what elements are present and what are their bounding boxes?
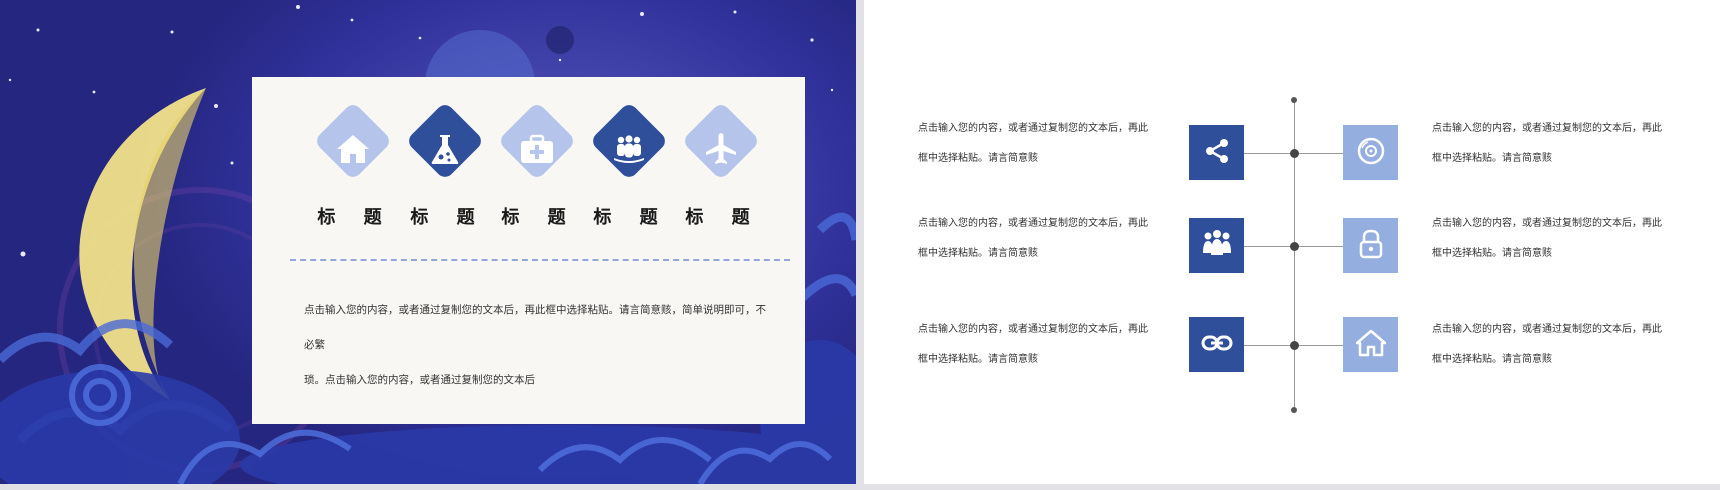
row-1-left-text-line-2: 框中选择粘贴。请言简意赅 — [918, 153, 1038, 164]
share-icon — [1203, 137, 1231, 169]
row-2-right-square — [1343, 218, 1398, 273]
link-icon — [1201, 333, 1233, 357]
card-body-line-2: 琐。点击输入您的内容，或者通过复制您的文本后 — [304, 374, 535, 386]
right-slide: 点击输入您的内容，或者通过复制您的文本后，再此 框中选择粘贴。请言简意赅 点击输… — [864, 0, 1720, 484]
badge-title-3: 标 题 — [501, 207, 577, 228]
row-2-left-text-line-1: 点击输入您的内容，或者通过复制您的文本后，再此 — [918, 218, 1148, 229]
badge-title-5: 标 题 — [685, 207, 761, 228]
medical-kit-icon — [497, 109, 577, 189]
row-1-right-text: 点击输入您的内容，或者通过复制您的文本后，再此 框中选择粘贴。请言简意赅 — [1432, 114, 1672, 174]
card-body-text: 点击输入您的内容，或者通过复制您的文本后，再此框中选择粘贴。请言简意赅，简单说明… — [304, 293, 774, 398]
row-3-junction-dot — [1290, 341, 1299, 350]
row-3-left-text-line-2: 框中选择粘贴。请言简意赅 — [918, 354, 1038, 365]
timeline-vertical-line — [1294, 100, 1295, 410]
team-icon — [1200, 229, 1234, 263]
row-1-left-square — [1189, 125, 1244, 180]
dashed-divider — [290, 259, 790, 261]
row-1-right-text-line-1: 点击输入您的内容，或者通过复制您的文本后，再此 — [1432, 123, 1662, 134]
row-1-left-text: 点击输入您的内容，或者通过复制您的文本后，再此 框中选择粘贴。请言简意赅 — [918, 114, 1158, 174]
row-2-junction-dot — [1290, 242, 1299, 251]
row-3-left-text-line-1: 点击输入您的内容，或者通过复制您的文本后，再此 — [918, 324, 1148, 335]
disc-icon — [1356, 136, 1386, 170]
badge-title-1: 标 题 — [317, 207, 393, 228]
title-row: 标 题 标 题 标 题 标 题 标 题 — [252, 203, 805, 229]
badge-title-2: 标 题 — [410, 207, 486, 228]
timeline-top-dot — [1291, 97, 1297, 103]
icon-row — [252, 101, 805, 193]
row-2-left-square — [1189, 218, 1244, 273]
badge-title-4: 标 题 — [593, 207, 669, 228]
team-icon — [589, 109, 669, 189]
row-1-junction-dot — [1290, 149, 1299, 158]
row-2-left-text: 点击输入您的内容，或者通过复制您的文本后，再此 框中选择粘贴。请言简意赅 — [918, 209, 1158, 269]
row-1-right-text-line-2: 框中选择粘贴。请言简意赅 — [1432, 153, 1552, 164]
home-icon — [1355, 328, 1387, 362]
airplane-icon — [681, 109, 761, 189]
row-3-right-text-line-2: 框中选择粘贴。请言简意赅 — [1432, 354, 1552, 365]
card-body-line-1: 点击输入您的内容，或者通过复制您的文本后，再此框中选择粘贴。请言简意赅，简单说明… — [304, 304, 766, 351]
row-3-right-text: 点击输入您的内容，或者通过复制您的文本后，再此 框中选择粘贴。请言简意赅 — [1432, 315, 1672, 375]
row-2-right-text: 点击输入您的内容，或者通过复制您的文本后，再此 框中选择粘贴。请言简意赅 — [1432, 209, 1672, 269]
lock-icon — [1358, 228, 1384, 264]
row-2-left-text-line-2: 框中选择粘贴。请言简意赅 — [918, 248, 1038, 259]
row-1-left-text-line-1: 点击输入您的内容，或者通过复制您的文本后，再此 — [918, 123, 1148, 134]
row-3-left-text: 点击输入您的内容，或者通过复制您的文本后，再此 框中选择粘贴。请言简意赅 — [918, 315, 1158, 375]
row-3-right-square — [1343, 317, 1398, 372]
row-3-left-square — [1189, 317, 1244, 372]
row-3-right-text-line-1: 点击输入您的内容，或者通过复制您的文本后，再此 — [1432, 324, 1662, 335]
home-icon — [313, 109, 393, 189]
row-1-right-square — [1343, 125, 1398, 180]
timeline-bottom-dot — [1291, 407, 1297, 413]
content-card: 标 题 标 题 标 题 标 题 标 题 点击输入您的内容，或者通过复制您的文本后… — [252, 77, 805, 424]
flask-icon — [405, 109, 485, 189]
row-2-right-text-line-1: 点击输入您的内容，或者通过复制您的文本后，再此 — [1432, 218, 1662, 229]
row-2-right-text-line-2: 框中选择粘贴。请言简意赅 — [1432, 248, 1552, 259]
left-slide: 标 题 标 题 标 题 标 题 标 题 点击输入您的内容，或者通过复制您的文本后… — [0, 0, 856, 484]
